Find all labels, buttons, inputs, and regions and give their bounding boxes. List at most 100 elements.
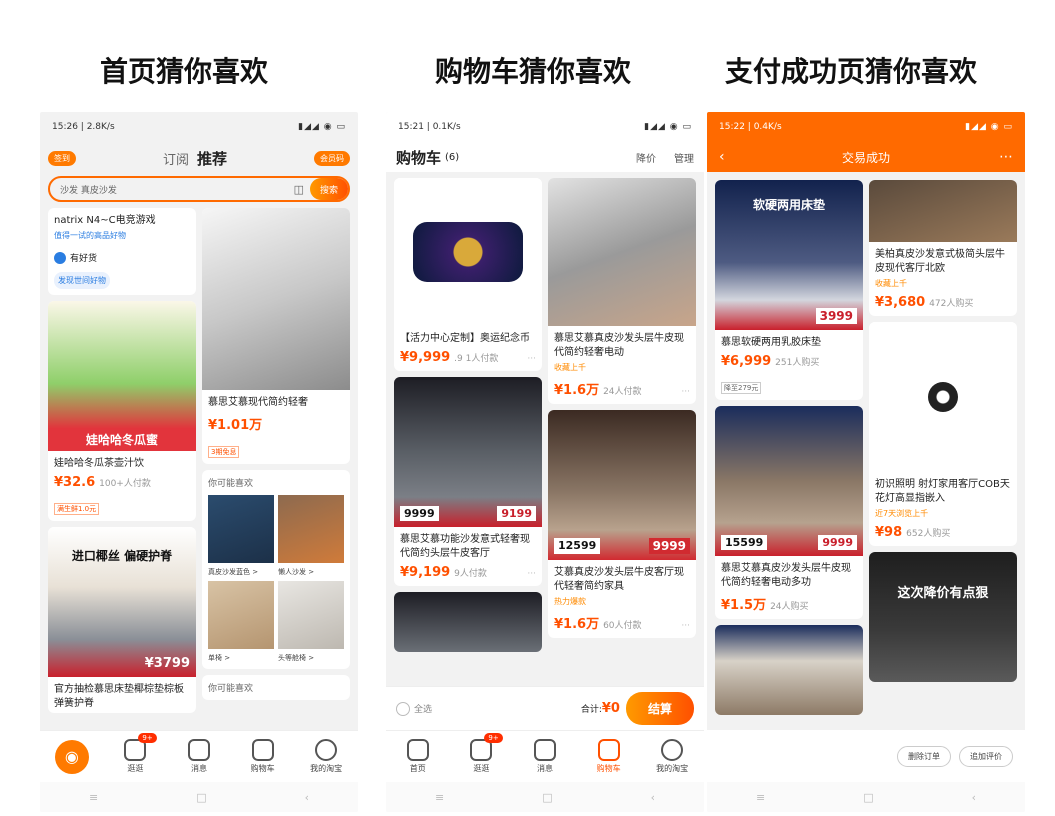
feed-card[interactable]: 软硬两用床垫 3999 慕思软硬两用乳胶床垫 ¥6,999 251人购买 降至27…	[715, 180, 863, 400]
thumb-image[interactable]	[278, 581, 344, 649]
feed-card[interactable]: natrix N4~C电竞游戏 值得一试的高品好物 有好货 发现世间好物	[48, 208, 196, 295]
home-icon[interactable]: □	[196, 791, 206, 804]
more-icon[interactable]: ···	[527, 569, 536, 579]
page-title: 交易成功	[841, 150, 890, 165]
product-image	[715, 625, 863, 715]
thumb-label[interactable]: 懒人沙发 >	[278, 567, 344, 577]
status-time: 15:22 | 0.4K/s	[719, 122, 782, 132]
feed: 【活力中心定制】奥运纪念币 ¥9,999.9 1人付款 ··· 9999 9199…	[386, 172, 704, 652]
feed-card[interactable]: 初识照明 射灯家用客厅COB天花灯高显指嵌入 近7天浏览上千 ¥98 652人购买	[869, 322, 1017, 546]
sales: 60人付款	[603, 621, 642, 631]
you-may-like-card[interactable]: 你可能喜欢	[202, 675, 350, 700]
thumb-image[interactable]	[208, 581, 274, 649]
home-icon[interactable]: □	[863, 791, 873, 804]
feed-card[interactable]: 娃哈哈冬瓜蜜 娃哈哈冬瓜茶壶汁饮 ¥32.6 100+人付款 满生鲜1.0元	[48, 301, 196, 521]
settle-button[interactable]: 结算	[625, 692, 694, 725]
price: ¥32.6	[54, 475, 96, 490]
tab-home[interactable]: ◉	[47, 739, 97, 774]
menu-icon[interactable]: ≡	[435, 791, 444, 804]
back-icon[interactable]: ‹	[651, 791, 655, 804]
you-may-like-card[interactable]: 你可能喜欢 真皮沙发蓝色 > 懒人沙发 > 单椅 > 头等舱椅 >	[202, 470, 350, 669]
success-header: 15:22 | 0.4K/s ▮◢◢ ◉ ▭ ‹ 交易成功 ⋯	[707, 112, 1025, 172]
thumb-label[interactable]: 头等舱椅 >	[278, 653, 344, 663]
card-title: 初识照明 射灯家用客厅COB天花灯高显指嵌入	[875, 479, 1010, 504]
product-image	[548, 178, 696, 326]
system-nav: ≡ □ ‹	[386, 782, 704, 812]
feed-card[interactable]: 12599 9999 艾慕真皮沙发头层牛皮客厅现代轻奢简约家具 热力爆款 ¥1.…	[548, 410, 696, 638]
tab-label: 消息	[190, 764, 207, 773]
item-count: (6)	[445, 151, 460, 163]
delete-order-button[interactable]: 删除订单	[897, 745, 951, 767]
tab-label: 我的淘宝	[656, 764, 689, 773]
discover-tag[interactable]: 发现世间好物	[54, 272, 110, 289]
search-bar[interactable]: 沙发 真皮沙发 ◫ 搜索	[48, 176, 350, 202]
camera-icon[interactable]: ◫	[294, 183, 304, 196]
banner-text: 软硬两用床垫	[752, 198, 825, 212]
feed-card[interactable]: 这次降价有点狠	[869, 552, 1017, 682]
card-tagline: 收藏上千	[554, 363, 586, 372]
product-image: 进口椰丝 偏硬护脊 ¥3799	[48, 527, 196, 677]
thumb-image[interactable]	[208, 495, 274, 563]
cart-header: 购物车 (6) 降价 管理	[386, 142, 704, 172]
tab-stroll[interactable]: 9+ 逛逛	[110, 733, 160, 774]
card-title: 慕思艾慕真皮沙发头层牛皮现代简约轻奢电动多功	[721, 563, 851, 588]
thumb-label[interactable]: 单椅 >	[208, 653, 274, 663]
product-image	[869, 322, 1017, 472]
home-header: 签到 订阅 推荐 会员码	[40, 142, 358, 174]
menu-icon[interactable]: ≡	[89, 791, 98, 804]
feed-card[interactable]	[715, 625, 863, 715]
feed-card[interactable]	[394, 592, 542, 652]
price-drop-button[interactable]: 降价	[636, 150, 656, 165]
add-review-button[interactable]: 追加评价	[959, 745, 1013, 767]
select-all-checkbox[interactable]	[396, 701, 410, 716]
home-icon[interactable]: □	[542, 791, 552, 804]
back-icon[interactable]: ‹	[972, 791, 976, 804]
good-stuff-label: 有好货	[70, 254, 98, 264]
sign-in-button[interactable]: 签到	[48, 150, 76, 166]
feed-card[interactable]: 【活力中心定制】奥运纪念币 ¥9,999.9 1人付款 ···	[394, 178, 542, 371]
product-image: 娃哈哈冬瓜蜜	[48, 301, 196, 451]
search-button[interactable]: 搜索	[309, 178, 348, 200]
manage-button[interactable]: 管理	[674, 150, 694, 165]
thumb-image[interactable]	[278, 495, 344, 563]
thumb-label[interactable]: 真皮沙发蓝色 >	[208, 567, 274, 577]
back-arrow-icon[interactable]: ‹	[719, 149, 725, 165]
back-icon[interactable]: ‹	[305, 791, 309, 804]
select-all-label[interactable]: 全选	[414, 702, 432, 715]
tab-cart[interactable]: 购物车	[584, 739, 634, 774]
search-input[interactable]: 沙发 真皮沙发	[60, 183, 117, 196]
tab-cart[interactable]: 购物车	[238, 739, 288, 774]
feed-card[interactable]: 15599 9999 慕思艾慕真皮沙发头层牛皮现代简约轻奢电动多功 ¥1.5万 2…	[715, 406, 863, 619]
more-icon[interactable]: ···	[527, 354, 536, 364]
feed-card[interactable]: 9999 9199 慕思艾慕功能沙发意式轻奢现代简约头层牛皮客厅 ¥9,199 9…	[394, 377, 542, 586]
tab-home[interactable]: 首页	[393, 739, 443, 774]
tab-my-taobao[interactable]: 我的淘宝	[301, 739, 351, 774]
price: ¥98	[875, 525, 903, 540]
tab-my-taobao[interactable]: 我的淘宝	[647, 739, 697, 774]
tab-messages[interactable]: 消息	[520, 739, 570, 774]
card-title: 官方抽检慕思床垫椰棕垫棕板弹簧护脊	[54, 684, 184, 709]
tab-messages[interactable]: 消息	[174, 739, 224, 774]
menu-icon[interactable]: ≡	[756, 791, 765, 804]
tab-follow[interactable]: 订阅	[163, 149, 189, 168]
banner-text: 娃哈哈冬瓜蜜	[48, 428, 196, 451]
more-icon[interactable]: ···	[681, 621, 690, 631]
more-icon[interactable]: ···	[681, 387, 690, 397]
card-title: 慕思艾慕功能沙发意式轻奢现代简约头层牛皮客厅	[400, 534, 530, 559]
total-value: ¥0	[601, 701, 620, 716]
feed-card[interactable]: 进口椰丝 偏硬护脊 ¥3799 官方抽检慕思床垫椰棕垫棕板弹簧护脊	[48, 527, 196, 713]
feed-card[interactable]: 美柏真皮沙发意式极简头层牛皮现代客厅北欧 收藏上千 ¥3,680 472人购买	[869, 180, 1017, 316]
tab-stroll[interactable]: 9+ 逛逛	[456, 733, 506, 774]
feed-card[interactable]: 慕思艾慕真皮沙发头层牛皮现代简约轻奢电动 收藏上千 ¥1.6万 24人付款 ···	[548, 178, 696, 404]
member-code-button[interactable]: 会员码	[314, 150, 350, 166]
tab-label: 逛逛	[473, 764, 490, 773]
feed-card[interactable]: 慕思艾慕现代简约轻奢 ¥1.01万 3期免息	[202, 208, 350, 464]
product-image	[869, 180, 1017, 242]
card-title: 慕思艾慕真皮沙发头层牛皮现代简约轻奢电动	[554, 333, 684, 358]
card-tagline: 热力爆款	[554, 597, 586, 606]
card-tagline: 收藏上千	[875, 279, 907, 288]
more-menu-icon[interactable]: ⋯	[999, 149, 1013, 165]
status-bar: 15:22 | 0.4K/s ▮◢◢ ◉ ▭	[707, 112, 1025, 142]
tab-recommend[interactable]: 推荐	[197, 148, 227, 169]
checkout-bar: 全选 合计:¥0 结算	[386, 686, 704, 730]
